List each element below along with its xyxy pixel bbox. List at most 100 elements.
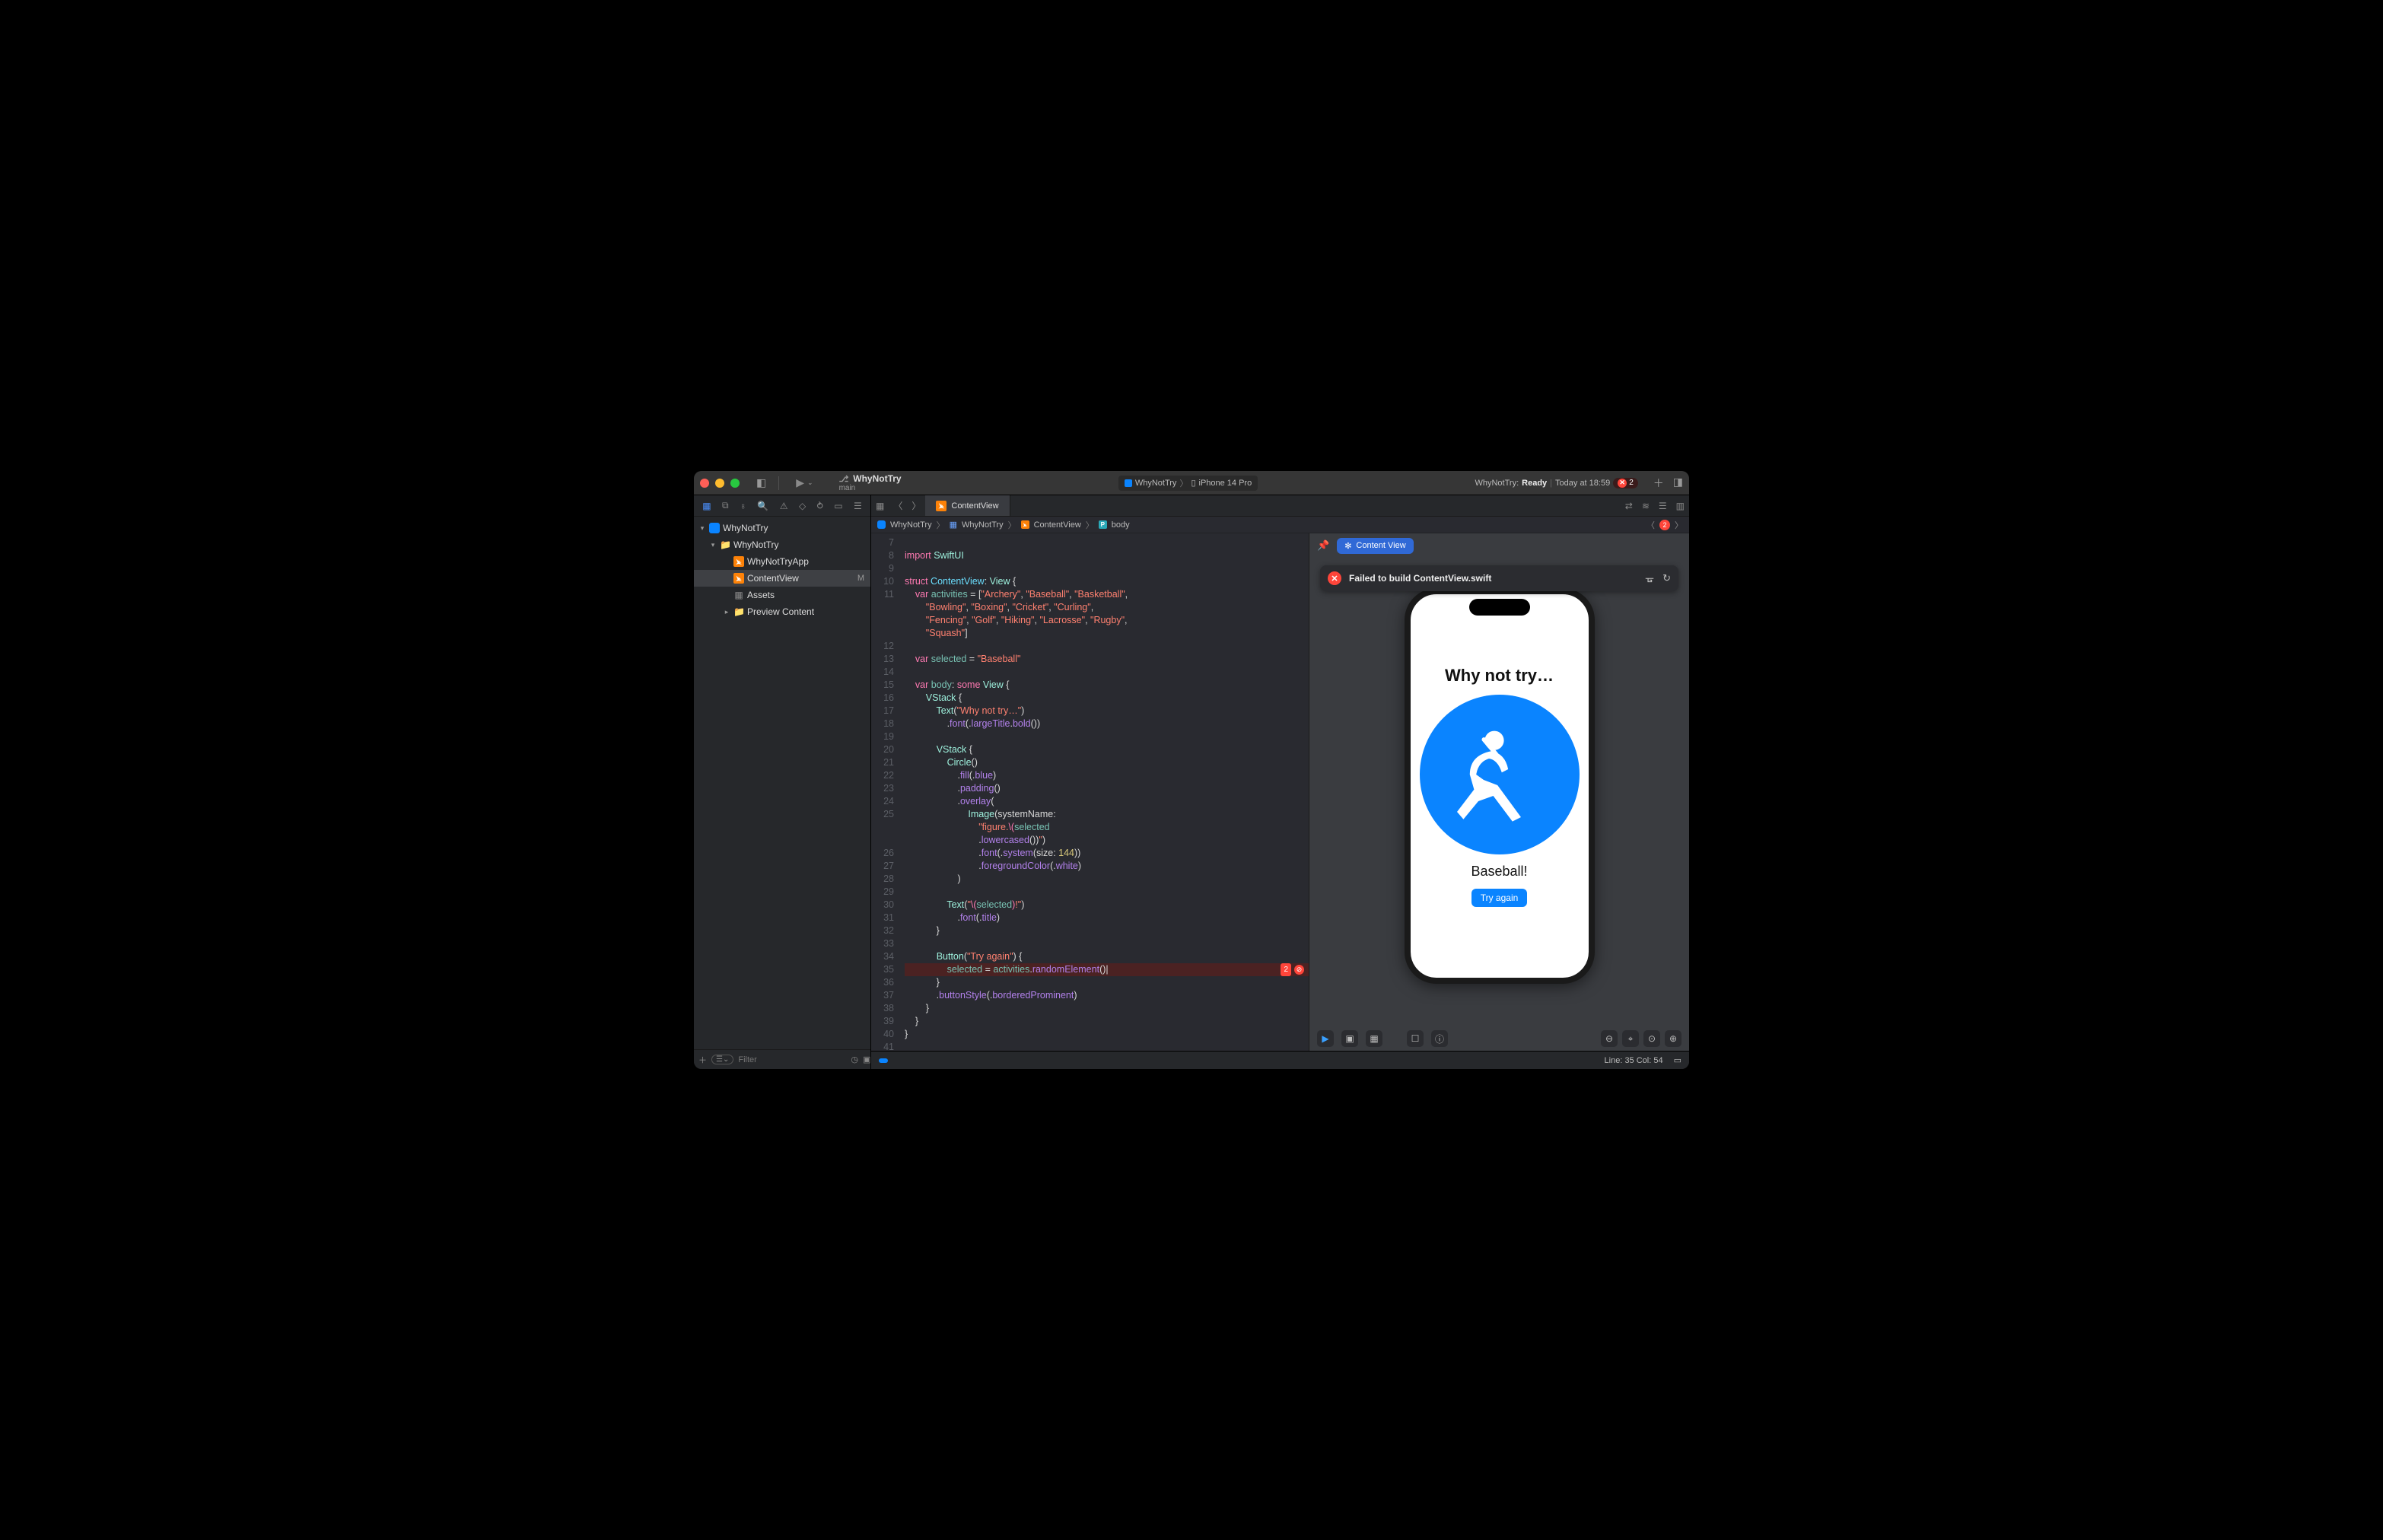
preview-canvas: 📌 ✻Content View ✕ Failed to build Conten… xyxy=(1309,533,1689,1051)
zoom-in-icon[interactable]: ⊕ xyxy=(1665,1030,1681,1047)
project-navigator-tab[interactable]: ▦ xyxy=(702,501,711,511)
folder-icon: ▦ xyxy=(950,520,957,530)
figure-baseball-icon xyxy=(1446,721,1553,828)
tree-preview-content[interactable]: ▸📁Preview Content xyxy=(694,603,870,620)
app-icon xyxy=(709,523,720,533)
add-file-icon[interactable]: ＋ xyxy=(698,1054,707,1066)
editor-split: 7891011 1213141516171819202122232425 262… xyxy=(871,533,1689,1051)
titlebar: ◧ ▶ ⌄ ⎇WhyNotTry main WhyNotTry 〉 ▯ iPho… xyxy=(694,471,1689,495)
reports-tab[interactable]: ☰ xyxy=(854,501,862,511)
folder-icon: 📁 xyxy=(733,606,744,617)
related-items-icon[interactable]: ▦ xyxy=(871,501,889,511)
editor-tabs: ▦ 〈 〉 ContentView ⇄ ≋ ☰ ▥ xyxy=(871,495,1689,517)
filter-input[interactable] xyxy=(738,1055,846,1064)
preview-try-again-button[interactable]: Try again xyxy=(1471,889,1528,907)
selectable-icon[interactable]: ▣ xyxy=(1341,1030,1358,1047)
navigator-tabs: ▦ ⧉ ♁ 🔍 ⚠ ◇ ⥁ ▭ ☰ xyxy=(694,495,870,517)
error-icon: ✕ xyxy=(1328,571,1341,585)
issues-tab[interactable]: ⚠ xyxy=(780,501,788,511)
folder-icon: 📁 xyxy=(720,539,730,550)
app-preview-content: Why not try… xyxy=(1411,594,1589,978)
assets-icon: ▦ xyxy=(733,590,744,600)
tree-file-contentview[interactable]: ContentViewM xyxy=(694,570,870,587)
main-area: ▦ ⧉ ♁ 🔍 ⚠ ◇ ⥁ ▭ ☰ ▾WhyNotTry ▾📁WhyNotTry… xyxy=(694,495,1689,1069)
zoom-window[interactable] xyxy=(730,479,740,488)
inline-error[interactable]: 2⊘ xyxy=(1276,963,1309,976)
zoom-fit-icon[interactable]: ⌖ xyxy=(1622,1030,1639,1047)
nav-fwd-icon[interactable]: 〉 xyxy=(907,499,925,512)
status-bar: Line: 35 Col: 54 ▭ xyxy=(871,1051,1689,1069)
editor-area: ▦ 〈 〉 ContentView ⇄ ≋ ☰ ▥ WhyNotTry〉 ▦Wh… xyxy=(871,495,1689,1069)
preferences-icon[interactable]: ⓘ xyxy=(1431,1030,1448,1047)
canvas-header: 📌 ✻Content View xyxy=(1309,533,1689,558)
tree-root[interactable]: ▾WhyNotTry xyxy=(694,520,870,536)
tree-file-app[interactable]: WhyNotTryApp xyxy=(694,553,870,570)
diagnostics-icon[interactable]: ᚗ xyxy=(1646,572,1653,584)
swift-icon xyxy=(733,556,744,567)
code-editor[interactable]: 7891011 1213141516171819202122232425 262… xyxy=(871,533,1309,1051)
breadcrumb-errors[interactable]: 〈2〉 xyxy=(1646,519,1683,531)
recent-filter-icon[interactable]: ◷ xyxy=(851,1055,858,1064)
swift-icon xyxy=(733,573,744,584)
pin-icon[interactable]: 📌 xyxy=(1317,539,1329,552)
separator xyxy=(778,476,779,490)
minimap-icon[interactable]: ≋ xyxy=(1637,501,1654,511)
error-badge[interactable]: ✕2 xyxy=(1613,478,1638,488)
retry-icon[interactable]: ↻ xyxy=(1662,572,1671,584)
jump-icon[interactable]: ⇄ xyxy=(1621,501,1637,511)
project-tree: ▾WhyNotTry ▾📁WhyNotTry WhyNotTryApp Cont… xyxy=(694,517,870,1049)
device-settings-icon[interactable]: ☐ xyxy=(1407,1030,1424,1047)
library-icon[interactable]: ◨ xyxy=(1673,476,1683,491)
window-controls xyxy=(700,479,740,488)
editor-mode-icon[interactable]: ▭ xyxy=(1674,1055,1681,1065)
activity-circle xyxy=(1420,695,1580,854)
line-gutter: 7891011 1213141516171819202122232425 262… xyxy=(871,533,899,1051)
swift-icon xyxy=(936,501,947,511)
run-menu-chevron-icon[interactable]: ⌄ xyxy=(804,479,816,487)
branch-icon: ⎇ xyxy=(839,474,849,484)
tests-tab[interactable]: ◇ xyxy=(799,501,806,511)
live-preview-icon[interactable]: ▶ xyxy=(1317,1030,1334,1047)
preview-selector[interactable]: ✻Content View xyxy=(1337,538,1413,554)
device-preview[interactable]: Why not try… xyxy=(1405,588,1595,984)
branch-name: main xyxy=(839,484,902,492)
breakpoints-tab[interactable]: ▭ xyxy=(834,501,842,511)
cursor-position: Line: 35 Col: 54 xyxy=(1605,1056,1663,1065)
editor-options-icon[interactable]: ☰ xyxy=(1654,501,1672,511)
minimize-window[interactable] xyxy=(715,479,724,488)
preview-subtitle: Baseball! xyxy=(1471,864,1527,880)
add-icon[interactable]: ＋ xyxy=(1653,476,1664,491)
debug-tab[interactable]: ⥁ xyxy=(817,501,823,511)
variants-icon[interactable]: ▦ xyxy=(1366,1030,1382,1047)
preview-title: Why not try… xyxy=(1445,666,1554,686)
tree-assets[interactable]: ▦Assets xyxy=(694,587,870,603)
assistant-icon[interactable]: ▥ xyxy=(1672,501,1689,511)
tree-group[interactable]: ▾📁WhyNotTry xyxy=(694,536,870,553)
scm-filter-icon[interactable]: ▣ xyxy=(863,1055,870,1064)
scm-status: M xyxy=(857,574,864,583)
zoom-100-icon[interactable]: ⊙ xyxy=(1643,1030,1660,1047)
close-window[interactable] xyxy=(700,479,709,488)
filter-scope-icon[interactable]: ☰⌄ xyxy=(711,1055,733,1064)
sidebar-toggle-icon[interactable]: ◧ xyxy=(753,476,769,489)
scheme-destination: WhyNotTry 〉 ▯ iPhone 14 Pro xyxy=(902,476,1475,491)
nav-back-icon[interactable]: 〈 xyxy=(889,499,907,512)
source-control-tab[interactable]: ⧉ xyxy=(722,500,729,511)
code-content[interactable]: import SwiftUI struct ContentView: View … xyxy=(899,533,1309,1051)
titlebar-right: ＋ ◨ xyxy=(1653,476,1683,491)
error-count-icon: 2 xyxy=(1659,520,1670,530)
project-title: ⎇WhyNotTry main xyxy=(839,473,902,492)
scheme-selector[interactable]: WhyNotTry 〉 ▯ iPhone 14 Pro xyxy=(1118,476,1258,491)
editor-tab-contentview[interactable]: ContentView xyxy=(925,495,1010,516)
preview-loading-icon: ✻ xyxy=(1344,541,1351,551)
status-indicator xyxy=(879,1058,888,1063)
app-icon xyxy=(1125,479,1132,487)
build-error-banner[interactable]: ✕ Failed to build ContentView.swift ᚗ↻ xyxy=(1320,565,1678,591)
find-tab[interactable]: 🔍 xyxy=(757,501,768,511)
symbol-tab[interactable]: ♁ xyxy=(740,501,746,511)
canvas-body: ✕ Failed to build ContentView.swift ᚗ↻ W… xyxy=(1309,558,1689,1026)
run-button[interactable]: ▶ xyxy=(796,476,804,489)
breadcrumb[interactable]: WhyNotTry〉 ▦WhyNotTry〉 ContentView〉 Pbod… xyxy=(871,517,1689,533)
property-icon: P xyxy=(1099,520,1107,529)
zoom-out-icon[interactable]: ⊖ xyxy=(1601,1030,1618,1047)
